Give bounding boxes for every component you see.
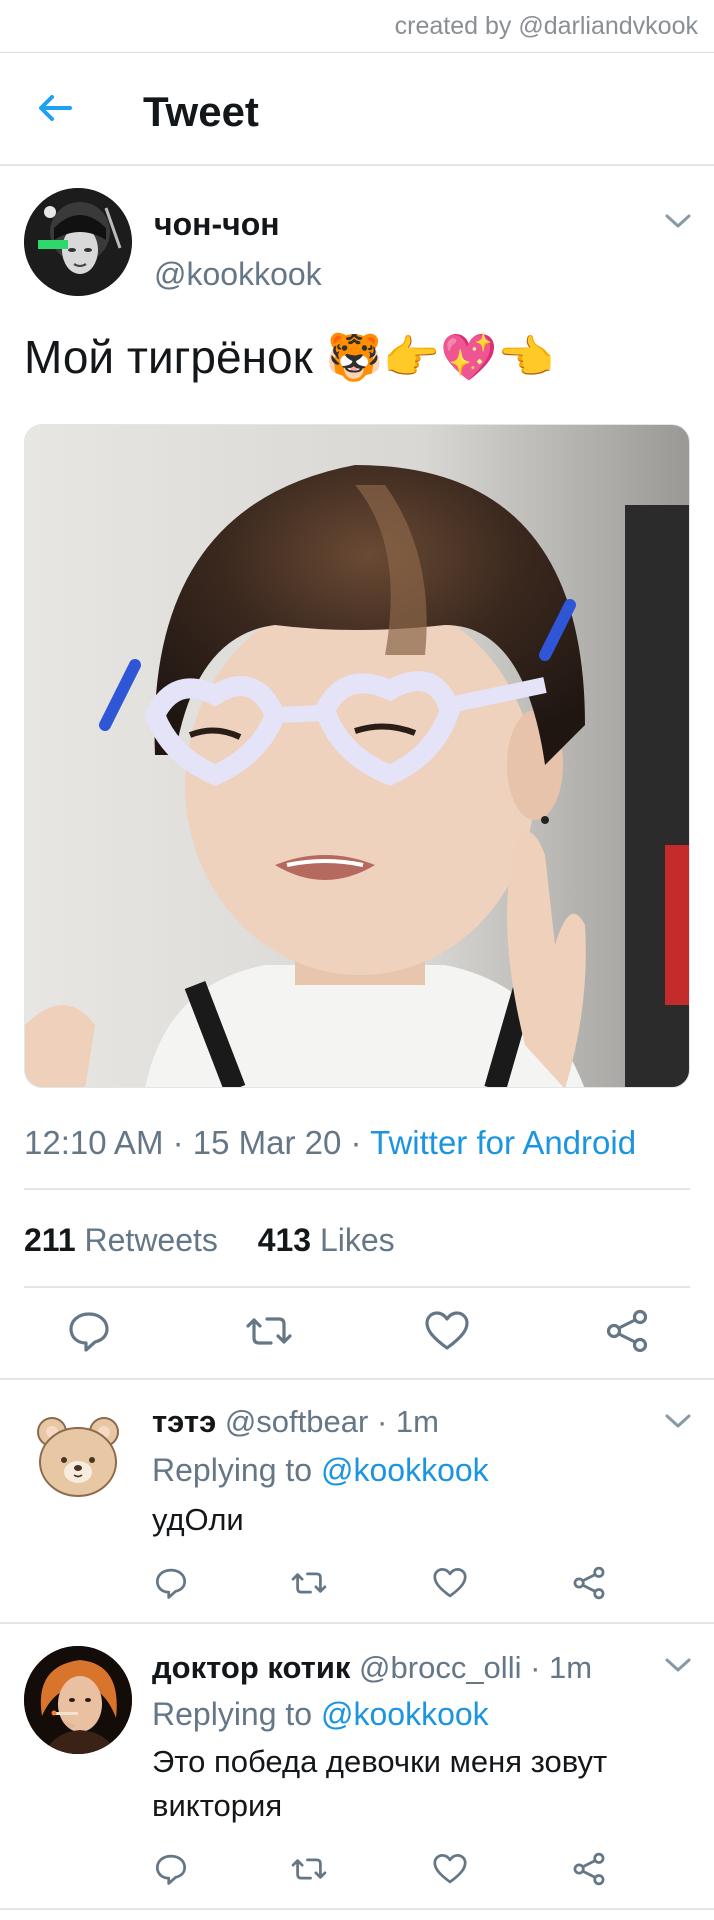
divider xyxy=(0,1622,714,1624)
reply-header: тэтэ @softbear · 1m xyxy=(152,1404,439,1440)
photo-image xyxy=(25,425,689,1087)
replying-to-mention[interactable]: @kookkook xyxy=(321,1696,489,1732)
retweets-count: 211 xyxy=(24,1222,76,1258)
tweet-stats: 211 Retweets 413 Likes xyxy=(24,1222,395,1259)
reply-time: · 1m xyxy=(530,1650,593,1685)
bear-avatar-image xyxy=(37,1417,119,1497)
tweet-text-body: Мой тигрёнок xyxy=(24,331,313,383)
like-icon[interactable] xyxy=(431,1564,469,1602)
share-icon[interactable] xyxy=(570,1850,608,1888)
reply-author-name[interactable]: доктор котик xyxy=(152,1650,350,1685)
meta-separator: · xyxy=(172,1124,193,1161)
like-icon[interactable] xyxy=(422,1306,472,1356)
tweet-meta: 12:10 AM · 15 Mar 20 · Twitter for Andro… xyxy=(24,1124,636,1162)
watermark-credit: created by @darliandvkook xyxy=(394,12,698,40)
reply-author-handle[interactable]: @brocc_olli xyxy=(359,1650,521,1685)
tweet-source-link[interactable]: Twitter for Android xyxy=(370,1124,636,1161)
likes-label: Likes xyxy=(319,1222,395,1258)
reply-icon[interactable] xyxy=(64,1306,114,1356)
reply-author-name[interactable]: тэтэ xyxy=(152,1404,216,1439)
retweet-icon[interactable] xyxy=(290,1850,328,1888)
tweet-photo[interactable] xyxy=(24,424,690,1088)
replying-to-label: Replying to xyxy=(152,1452,313,1488)
page-title: Tweet xyxy=(143,88,259,135)
reply-avatar[interactable] xyxy=(24,1400,132,1508)
retweets-label: Retweets xyxy=(84,1222,218,1258)
retweet-icon[interactable] xyxy=(290,1564,328,1602)
tweet-date: 15 Mar 20 xyxy=(192,1124,342,1161)
reply-text: Это победа девочки меня зовут виктория xyxy=(152,1744,608,1823)
reply-icon[interactable] xyxy=(152,1564,190,1602)
chevron-down-icon[interactable] xyxy=(664,212,692,230)
tweet-time: 12:10 AM xyxy=(24,1124,164,1161)
reply-icon[interactable] xyxy=(152,1850,190,1888)
retweets-stat[interactable]: 211 Retweets xyxy=(24,1222,218,1258)
author-handle[interactable]: @kookkook xyxy=(154,256,322,293)
divider xyxy=(24,1188,690,1190)
like-icon[interactable] xyxy=(431,1850,469,1888)
replying-to-mention[interactable]: @kookkook xyxy=(321,1452,489,1488)
tweet-emojis: 🐯👉💖👈 xyxy=(325,330,555,384)
divider xyxy=(24,1286,690,1288)
back-button[interactable] xyxy=(30,83,80,133)
portrait-avatar-image xyxy=(24,1646,132,1754)
meta-separator: · xyxy=(350,1124,371,1161)
author-name[interactable]: чон-чон xyxy=(154,206,280,243)
author-avatar[interactable] xyxy=(24,188,132,296)
reply-avatar[interactable] xyxy=(24,1646,132,1754)
chevron-down-icon[interactable] xyxy=(664,1412,692,1430)
divider xyxy=(0,1908,714,1910)
share-icon[interactable] xyxy=(570,1564,608,1602)
likes-count: 413 xyxy=(257,1222,312,1258)
chevron-down-icon[interactable] xyxy=(664,1656,692,1674)
arrow-left-icon xyxy=(39,95,72,121)
replying-to-label: Replying to xyxy=(152,1696,313,1732)
avatar-image xyxy=(24,188,132,296)
tweet-text: Мой тигрёнок 🐯👉💖👈 xyxy=(24,330,555,385)
replying-to: Replying to @kookkook xyxy=(152,1452,489,1489)
top-app-bar: Tweet xyxy=(0,53,714,166)
reply-author-handle[interactable]: @softbear xyxy=(225,1404,368,1439)
replying-to: Replying to @kookkook xyxy=(152,1696,489,1733)
reply-time: · 1m xyxy=(376,1404,439,1439)
retweet-icon[interactable] xyxy=(244,1306,294,1356)
reply-text: удОли xyxy=(152,1502,244,1537)
likes-stat[interactable]: 413 Likes xyxy=(258,1222,395,1258)
share-icon[interactable] xyxy=(602,1306,652,1356)
divider xyxy=(0,1378,714,1380)
reply-header: доктор котик @brocc_olli · 1m xyxy=(152,1650,592,1686)
